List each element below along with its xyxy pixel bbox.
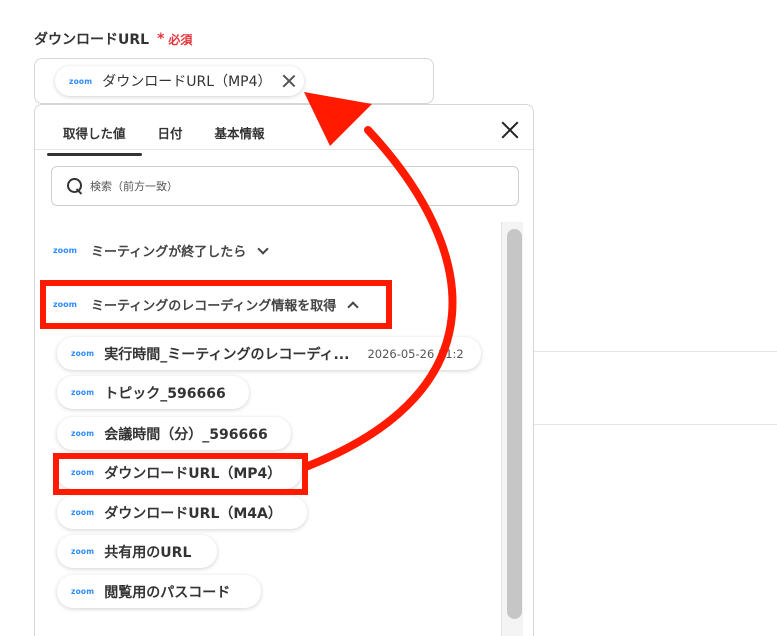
required-asterisk: * [157, 31, 165, 47]
selected-chip-label: ダウンロードURL（MP4） [102, 74, 272, 90]
item-label: 閲覧用のパスコード [104, 584, 231, 601]
search-icon [66, 177, 84, 195]
search-box[interactable] [51, 166, 519, 206]
zoom-logo-icon: zoom [69, 76, 93, 86]
list-item[interactable]: zoom 閲覧用のパスコード [57, 575, 261, 608]
tab-bar: 取得した値 日付 基本情報 [47, 119, 281, 156]
zoom-logo-icon: zoom [71, 547, 95, 556]
list-item[interactable]: zoom 共有用のURL [57, 535, 217, 568]
background-divider [534, 424, 777, 425]
field-label-text: ダウンロードURL [34, 32, 150, 48]
selected-value-chip[interactable]: zoom ダウンロードURL（MP4） [55, 66, 304, 96]
zoom-logo-icon: zoom [71, 587, 95, 596]
zoom-logo-icon: zoom [71, 349, 95, 358]
remove-chip-icon[interactable] [282, 74, 296, 88]
section-highlight-box [40, 280, 392, 329]
section-meeting-ended[interactable]: zoom ミーティングが終了したら [53, 241, 268, 260]
item-label: 共有用のURL [104, 544, 192, 561]
section-label: ミーティングが終了したら [90, 245, 247, 260]
search-input[interactable] [90, 179, 470, 193]
field-label: ダウンロードURL * 必須 [34, 29, 192, 49]
item-highlight-box [53, 453, 308, 495]
item-label: 実行時間_ミーティングのレコーディ... [104, 346, 350, 363]
background-divider [534, 351, 777, 352]
list-item[interactable]: zoom トピック_596666 [57, 376, 249, 409]
list-item[interactable]: zoom 実行時間_ミーティングのレコーディ... 2026-05-26 11:… [57, 337, 481, 370]
tab-divider [35, 149, 533, 150]
zoom-logo-icon: zoom [71, 508, 95, 517]
zoom-logo-icon: zoom [71, 388, 95, 397]
list-item[interactable]: zoom ダウンロードURL（M4A） [57, 496, 307, 529]
required-badge: 必須 [168, 32, 193, 47]
item-label: 会議時間（分）_596666 [104, 426, 268, 443]
value-picker-popup: 取得した値 日付 基本情報 zoom ミーティングが終了したら zoom ミーテ… [34, 104, 534, 636]
zoom-logo-icon: zoom [53, 246, 77, 255]
tab-acquired-values[interactable]: 取得した値 [47, 119, 142, 156]
scrollbar-thumb[interactable] [507, 229, 522, 619]
chevron-down-icon [258, 246, 268, 256]
close-icon[interactable] [501, 121, 519, 139]
list-item[interactable]: zoom 会議時間（分）_596666 [57, 417, 291, 450]
zoom-logo-icon: zoom [71, 429, 95, 438]
item-label: ダウンロードURL（M4A） [104, 505, 282, 522]
item-label: トピック_596666 [104, 385, 226, 402]
tab-date[interactable]: 日付 [142, 119, 199, 156]
item-value: 2026-05-26 11:2 [367, 346, 464, 361]
tab-basic-info[interactable]: 基本情報 [199, 119, 281, 156]
scrollbar-border [501, 222, 502, 636]
download-url-input[interactable]: zoom ダウンロードURL（MP4） [34, 58, 434, 104]
